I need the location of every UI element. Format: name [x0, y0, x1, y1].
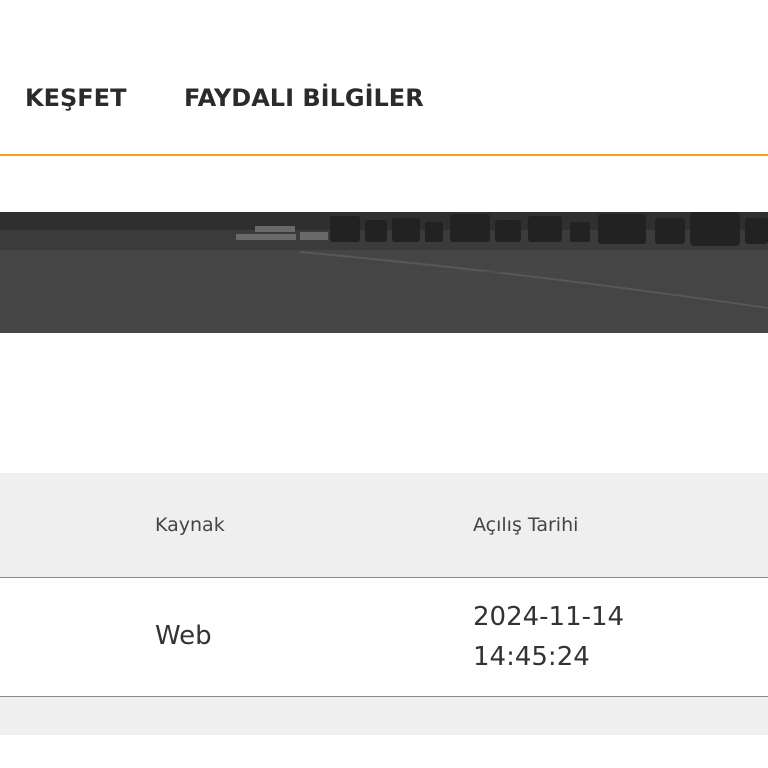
- column-header-acilis-tarihi: Açılış Tarihi: [473, 514, 579, 536]
- nav-item-kesfet[interactable]: KEŞFET: [25, 84, 126, 112]
- banner-photo-illustration: [0, 212, 768, 333]
- nav-item-faydali-bilgiler[interactable]: FAYDALI BİLGİLER: [184, 84, 424, 112]
- banner-image: [0, 212, 768, 333]
- cell-kaynak: Web: [155, 621, 212, 651]
- cell-acilis-time: 14:45:24: [473, 642, 590, 672]
- table-row: Web 2024-11-14 14:45:24: [0, 578, 768, 697]
- table-row-next: [0, 697, 768, 735]
- cell-acilis-date: 2024-11-14: [473, 602, 625, 632]
- table-header: Kaynak Açılış Tarihi: [0, 473, 768, 578]
- column-header-kaynak: Kaynak: [155, 514, 225, 536]
- top-navigation: KEŞFET FAYDALI BİLGİLER: [0, 0, 768, 156]
- page: KEŞFET FAYDALI BİLGİLER Kaynak Açılış Ta…: [0, 0, 768, 768]
